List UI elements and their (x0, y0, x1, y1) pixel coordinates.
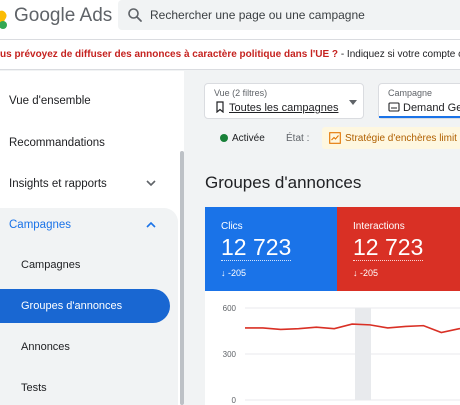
main-content: Vue (2 filtres) Toutes les campagnes Cam… (192, 71, 460, 405)
campaigns-group: Campagnes Campagnes Groupes d'annonces A… (0, 208, 178, 405)
sidebar-subitem-campaigns[interactable]: Campagnes (0, 248, 170, 282)
view-filter-caption: Vue (2 filtres) (214, 88, 268, 98)
campaign-filter-dropdown[interactable]: Campagne Demand Ge (378, 83, 460, 119)
status-row: Activée État : Stratégie d'enchères limi… (204, 127, 460, 151)
metric-card-clicks[interactable]: Clics 12 723 ↓ -205 (205, 207, 337, 291)
campaign-filter-value: Demand Ge (388, 101, 460, 114)
sidebar-item-label: Recommandations (9, 137, 105, 149)
top-header: Google Ads Rechercher une page ou une ca… (0, 0, 460, 40)
policy-banner[interactable]: us prévoyez de diffuser des annonces à c… (0, 40, 460, 70)
campaign-filter-underline (379, 116, 460, 118)
sidebar-subitem-ad-groups[interactable]: Groupes d'annonces (0, 289, 170, 323)
sidebar-item-insights[interactable]: Insights et rapports (0, 164, 184, 204)
metric-card-interactions[interactable]: Interactions 12 723 ↓ -205 (337, 207, 460, 291)
chart-y-tick-label: 600 (223, 304, 237, 313)
search-bar[interactable]: Rechercher une page ou une campagne (118, 0, 460, 30)
status-dot-icon (220, 134, 228, 142)
sidebar-subitem-label: Tests (21, 382, 47, 394)
trend-chart-icon (329, 132, 341, 144)
campaign-icon (388, 102, 400, 112)
sidebar-subitem-ads[interactable]: Annonces (0, 330, 170, 364)
chevron-down-icon (146, 180, 156, 187)
sidebar-item-recommendations[interactable]: Recommandations (0, 123, 184, 163)
chart-y-tick-label: 300 (223, 350, 237, 359)
view-filter-value: Toutes les campagnes (214, 101, 338, 114)
campaign-filter-caption: Campagne (388, 88, 433, 98)
chart-y-tick-label: 0 (232, 396, 237, 405)
chevron-up-icon (146, 221, 156, 228)
metric-delta: ↓ -205 (221, 268, 247, 278)
performance-chart-svg: 600 300 0 (223, 304, 460, 405)
metric-value: 12 723 (353, 234, 424, 261)
search-placeholder: Rechercher une page ou une campagne (150, 8, 365, 22)
dropdown-caret-icon (349, 100, 357, 105)
sidebar-item-label: Insights et rapports (9, 178, 107, 190)
search-icon (128, 8, 142, 22)
bid-strategy-label: Stratégie d'enchères limit (345, 133, 457, 144)
banner-text: us prévoyez de diffuser des annonces à c… (0, 49, 460, 60)
status-label: Activée (232, 133, 265, 144)
sidebar-scrollbar[interactable] (180, 151, 184, 405)
view-filter-dropdown[interactable]: Vue (2 filtres) Toutes les campagnes (204, 83, 364, 119)
brand-name[interactable]: Google Ads (14, 5, 112, 27)
sidebar-subitem-label: Groupes d'annonces (21, 300, 123, 312)
chart-series-line (245, 323, 460, 334)
metric-name: Clics (221, 221, 243, 232)
sidebar-item-label: Campagnes (9, 219, 72, 231)
metric-value: 12 723 (221, 234, 292, 261)
sidebar-item-campaigns[interactable]: Campagnes (0, 208, 178, 242)
sidebar-item-label: Vue d'ensemble (9, 95, 91, 107)
page-title: Groupes d'annonces (205, 173, 362, 192)
sidebar-subitem-tests[interactable]: Tests (0, 371, 170, 405)
performance-chart: 600 300 0 (205, 291, 460, 405)
sidebar: Vue d'ensemble Recommandations Insights … (0, 71, 184, 405)
etat-label: État : (286, 133, 310, 144)
bookmark-icon (216, 101, 224, 113)
metric-name: Interactions (353, 221, 405, 232)
sidebar-item-overview[interactable]: Vue d'ensemble (0, 81, 184, 121)
sidebar-subitem-label: Campagnes (21, 259, 81, 271)
metric-delta: ↓ -205 (353, 268, 379, 278)
bid-strategy-badge[interactable]: Stratégie d'enchères limit (322, 127, 460, 149)
google-ads-page: Google Ads Rechercher une page ou une ca… (0, 0, 460, 405)
sidebar-subitem-label: Annonces (21, 341, 70, 353)
